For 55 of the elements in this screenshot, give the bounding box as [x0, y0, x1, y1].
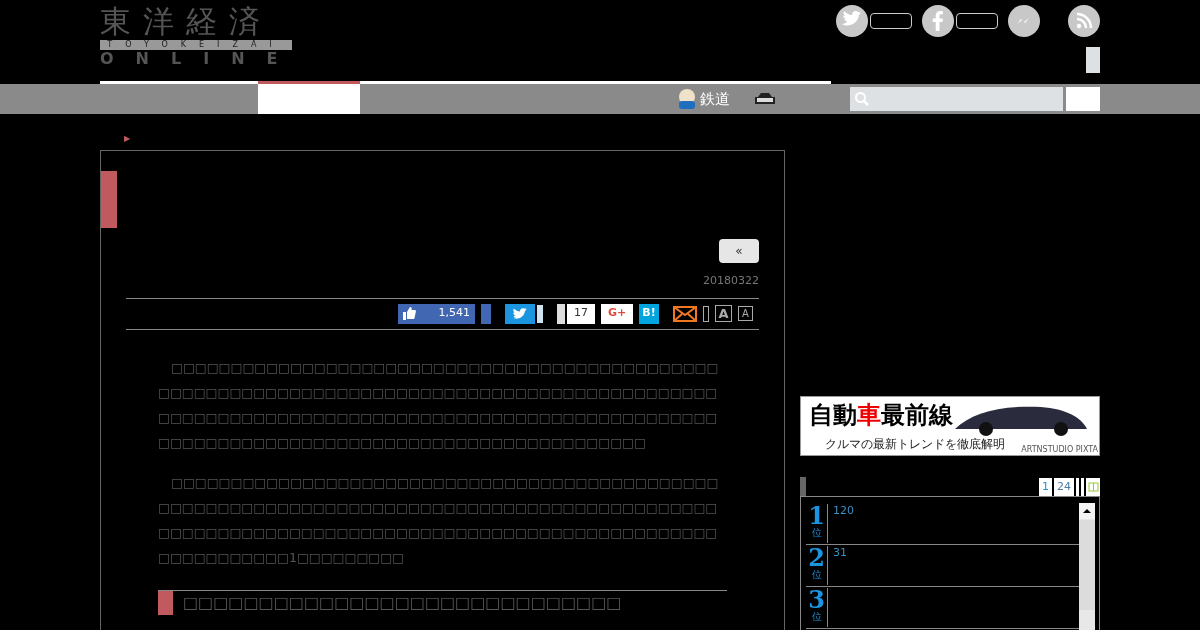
rank-unit: 位 — [811, 528, 822, 538]
section-heading: □□□□□□□□□□□□□□□□□□□□□□□□□□□□□ — [183, 591, 622, 614]
logo-kanji: 東洋経済 — [100, 4, 273, 38]
font-small-button[interactable]: A — [738, 306, 753, 321]
mail-icon[interactable] — [673, 305, 697, 322]
font-large-button[interactable]: A — [715, 305, 732, 322]
nav-link[interactable]: 鉄道 — [670, 87, 738, 111]
breadcrumb-marker: ▶ — [124, 134, 131, 143]
logo-roman: TOYOKEIZAI — [100, 40, 292, 50]
ranking-marker — [800, 477, 806, 496]
ranking-tab[interactable]: 24 — [1054, 478, 1074, 496]
nav-tab[interactable] — [258, 81, 360, 114]
bird-icon — [513, 307, 527, 320]
back-button[interactable]: « — [719, 239, 759, 263]
title-accent — [101, 171, 117, 228]
banner-title: 自動車最前線 — [809, 401, 953, 429]
messenger-icon[interactable] — [1008, 5, 1040, 37]
article-paragraph: □□□□□□□□□□□□□□□□□□□□□□□□□□□□□□□□□□□□□□□□□□□□□□□□□□□□□□□□□□□□□□□□□□□□□□□□□□□□□□□□□□□□□□□□□□□□□□□□□□□□□□□□□□□□□□□□□□□□□□□□□□□□□□□□□□□□□□□□□□□□□□□□□□□□□□□1□□□□□□□□□ — [158, 473, 720, 567]
rank-number: 2 — [808, 546, 825, 570]
logo-online: ONLINE — [100, 50, 292, 68]
ranking-tab[interactable]: 1 — [1039, 478, 1052, 496]
rank-number: 3 — [808, 588, 825, 612]
banner-ad[interactable]: 自動車最前線 クルマの最新トレンドを徹底解明 ARTNSTUDIO PIXTA — [800, 396, 1100, 456]
article-date: 20180322 — [703, 273, 759, 289]
search-icon — [854, 91, 870, 107]
hatena-count-bar — [557, 303, 565, 324]
google-plus-button[interactable]: G+ — [601, 303, 633, 324]
share-count — [481, 303, 491, 324]
heading-accent — [158, 590, 173, 615]
view-count: 31 — [833, 545, 847, 561]
banner-subtitle: クルマの最新トレンドを徹底解明 — [825, 436, 1005, 453]
thumbs-up-icon — [403, 307, 416, 320]
search-field[interactable] — [850, 87, 1063, 111]
view-count: 120 — [833, 503, 854, 519]
rank-unit: 位 — [811, 570, 822, 580]
scroll-up-icon[interactable] — [1079, 503, 1095, 519]
like-button[interactable]: 1,541 — [398, 303, 475, 324]
rank-number: 1 — [808, 504, 825, 528]
rss-icon[interactable] — [1068, 5, 1100, 37]
train-icon — [678, 89, 696, 109]
scrollbar[interactable] — [1079, 503, 1095, 630]
share-count — [870, 13, 912, 29]
share-count — [956, 13, 998, 29]
car-icon — [754, 92, 776, 106]
tweet-button[interactable] — [505, 303, 535, 324]
facebook-icon[interactable] — [922, 5, 954, 37]
print-button[interactable] — [703, 305, 709, 322]
photo-credit: ARTNSTUDIO PIXTA — [1021, 445, 1098, 454]
site-logo[interactable]: 東洋経済 TOYOKEIZAI ONLINE — [100, 0, 292, 81]
menu-toggle[interactable] — [1086, 47, 1100, 73]
tweet-count — [537, 304, 543, 323]
twitter-icon[interactable] — [836, 5, 868, 37]
hatena-count: 17 — [567, 303, 595, 324]
article-paragraph: □□□□□□□□□□□□□□□□□□□□□□□□□□□□□□□□□□□□□□□□□□□□□□□□□□□□□□□□□□□□□□□□□□□□□□□□□□□□□□□□□□□□□□□□□□□□□□□□□□□□□□□□□□□□□□□□□□□□□□□□□□□□□□□□□□□□□□□□□□□□□□□□□□□□□□□□□□□□□□□□□□□□□□□□□□□□□□□□□□□□□ — [158, 358, 720, 452]
rank-unit: 位 — [811, 612, 822, 622]
